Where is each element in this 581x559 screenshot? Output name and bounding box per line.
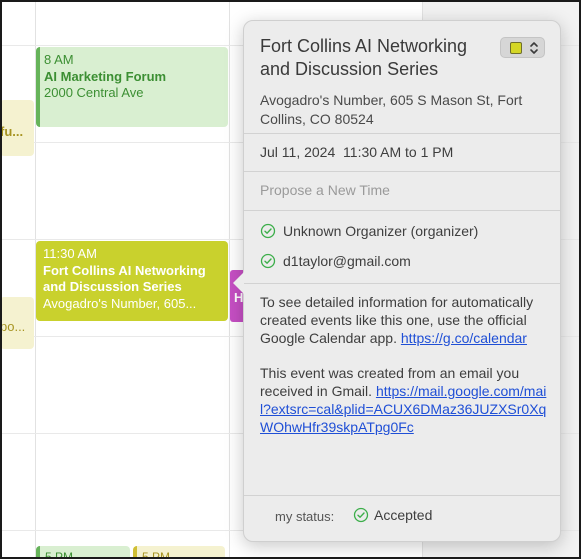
calendar-event-partial[interactable]: po...: [0, 297, 34, 349]
status-text: Accepted: [374, 507, 433, 523]
my-status-label: my status:: [275, 509, 335, 524]
calendar-event-ai-marketing-forum[interactable]: 8 AM AI Marketing Forum 2000 Central Ave: [36, 47, 228, 127]
event-date: Jul 11, 2024: [260, 144, 336, 160]
propose-new-time-field[interactable]: Propose a New Time: [260, 182, 390, 198]
attendee-name: Unknown Organizer (organizer): [283, 223, 479, 239]
calendar-event-partial[interactable]: 5 PM: [36, 546, 130, 559]
check-circle-icon: [260, 253, 276, 269]
event-location[interactable]: Avogadro's Number, 605 S Mason St, Fort …: [260, 91, 552, 129]
check-circle-icon: [260, 223, 276, 239]
divider: [244, 133, 560, 134]
my-status-value[interactable]: Accepted: [353, 507, 432, 523]
event-location: Avogadro's Number, 605...: [43, 295, 197, 311]
event-title: fu...: [0, 124, 24, 139]
event-time: 11:30 AM: [43, 246, 97, 261]
event-notes: To see detailed information for automati…: [260, 293, 550, 436]
calendar-event-partial[interactable]: 5 PM: [133, 546, 225, 559]
attendee-email: d1taylor@gmail.com: [283, 253, 411, 269]
event-title: AI Marketing Forum: [44, 68, 167, 84]
calendar-color-swatch: [510, 42, 522, 54]
event-time: 5 PM: [142, 550, 171, 559]
attendee-guest[interactable]: d1taylor@gmail.com: [260, 253, 411, 269]
attendee-organizer[interactable]: Unknown Organizer (organizer): [260, 223, 478, 239]
event-datetime[interactable]: Jul 11, 2024 11:30 AM to 1 PM: [260, 144, 453, 160]
event-time: 5 PM: [45, 550, 74, 559]
divider: [244, 210, 560, 211]
event-title: po...: [0, 319, 26, 334]
google-calendar-link[interactable]: https://g.co/calendar: [401, 330, 527, 346]
event-time-range: 11:30 AM to 1 PM: [343, 144, 454, 160]
event-time: 8 AM: [44, 52, 74, 67]
calendar-event-partial[interactable]: fu...: [0, 100, 34, 156]
popover-arrow: [233, 272, 244, 294]
chevron-up-down-icon: [530, 42, 538, 54]
divider: [244, 495, 560, 496]
check-circle-icon: [353, 507, 369, 523]
calendar-color-picker[interactable]: [500, 37, 545, 58]
divider: [244, 283, 560, 284]
divider: [244, 171, 560, 172]
event-title[interactable]: Fort Collins AI Networking and Discussio…: [260, 35, 492, 81]
event-details-popover: Fort Collins AI Networking and Discussio…: [243, 20, 561, 542]
event-location: 2000 Central Ave: [44, 85, 144, 100]
event-title: Fort Collins AI Networking and Discussio…: [43, 262, 206, 295]
calendar-event-fort-collins-ai[interactable]: 11:30 AM Fort Collins AI Networking and …: [36, 241, 228, 321]
